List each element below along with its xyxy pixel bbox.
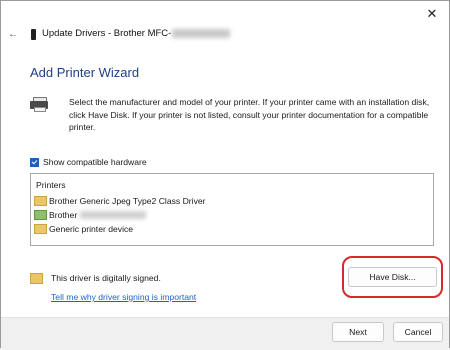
checkbox-checked-icon[interactable]	[30, 157, 39, 167]
printer-icon	[30, 97, 48, 112]
next-button[interactable]: Next	[332, 322, 384, 342]
printers-listbox[interactable]: Printers Brother Generic Jpeg Type2 Clas…	[30, 173, 434, 246]
window-title: Update Drivers - Brother MFC-	[42, 28, 231, 39]
wizard-heading: Add Printer Wizard	[30, 65, 140, 80]
show-compatible-hardware-label: Show compatible hardware	[43, 157, 147, 167]
have-disk-highlight-annotation	[342, 256, 443, 298]
printer-folder-icon	[34, 209, 47, 220]
show-compatible-hardware-checkbox[interactable]: Show compatible hardware	[30, 157, 147, 167]
back-button[interactable]: ←	[6, 27, 20, 41]
back-arrow-icon: ←	[8, 28, 18, 40]
wizard-instructions: Select the manufacturer and model of you…	[69, 97, 430, 132]
printer-driver-name: Brother Generic Jpeg Type2 Class Driver	[49, 195, 206, 206]
driver-signing-help-link[interactable]: Tell me why driver signing is important	[51, 292, 196, 302]
folder-icon	[34, 223, 47, 234]
driver-signed-status: This driver is digitally signed.	[51, 273, 161, 283]
add-printer-wizard-window: ✕ ← Update Drivers - Brother MFC- Add Pr…	[0, 0, 450, 350]
list-item[interactable]: Brother Generic Jpeg Type2 Class Driver	[34, 194, 206, 207]
list-item[interactable]: Generic printer device	[34, 222, 133, 235]
list-item[interactable]: Brother	[34, 208, 147, 221]
title-bar: ✕ ← Update Drivers - Brother MFC-	[1, 1, 449, 45]
window-title-text: Update Drivers - Brother MFC-	[42, 28, 172, 39]
redacted-printer-model	[80, 210, 147, 219]
close-icon: ✕	[426, 6, 438, 21]
close-button[interactable]: ✕	[421, 5, 443, 23]
printer-driver-name: Generic printer device	[49, 223, 134, 234]
device-icon	[31, 29, 36, 40]
redacted-model-name	[172, 28, 231, 38]
printer-driver-name: Brother	[49, 209, 78, 220]
signed-driver-icon	[30, 273, 43, 284]
folder-icon	[34, 195, 47, 206]
printers-list-header: Printers	[36, 180, 66, 190]
cancel-button[interactable]: Cancel	[393, 322, 443, 342]
